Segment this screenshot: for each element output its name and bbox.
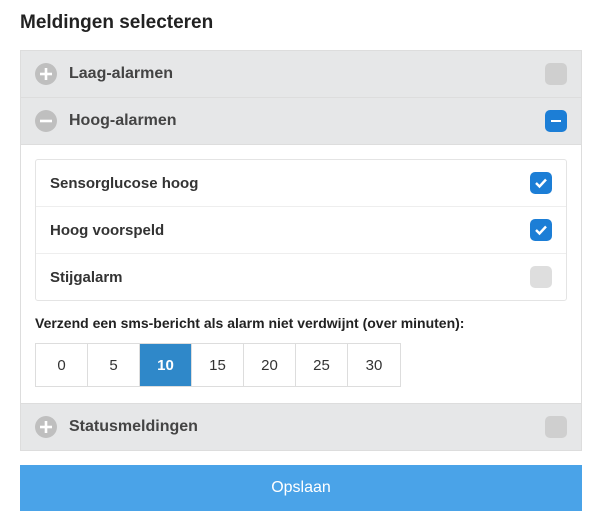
section-title-high: Hoog-alarmen	[69, 112, 545, 130]
option-row[interactable]: Stijgalarm	[36, 254, 566, 300]
checkbox-on[interactable]	[530, 219, 552, 241]
accordion: Laag-alarmen Hoog-alarmen Sensorglucose …	[20, 50, 582, 451]
minute-option[interactable]: 0	[36, 344, 88, 386]
section-header-low[interactable]: Laag-alarmen	[21, 51, 581, 98]
checkbox-off[interactable]	[530, 266, 552, 288]
section-body-high: Sensorglucose hoog Hoog voorspeld Stijga…	[21, 145, 581, 404]
section-header-high[interactable]: Hoog-alarmen	[21, 98, 581, 145]
option-row[interactable]: Hoog voorspeld	[36, 207, 566, 254]
section-checkbox-low[interactable]	[545, 63, 567, 85]
minute-option[interactable]: 15	[192, 344, 244, 386]
options-list: Sensorglucose hoog Hoog voorspeld Stijga…	[35, 159, 567, 301]
collapse-icon[interactable]	[545, 110, 567, 132]
section-checkbox-status[interactable]	[545, 416, 567, 438]
minute-option-selected[interactable]: 10	[140, 344, 192, 386]
option-label: Stijgalarm	[50, 269, 530, 286]
option-row[interactable]: Sensorglucose hoog	[36, 160, 566, 207]
option-label: Hoog voorspeld	[50, 222, 530, 239]
section-header-status[interactable]: Statusmeldingen	[21, 404, 581, 450]
section-title-status: Statusmeldingen	[69, 418, 545, 436]
minute-option[interactable]: 30	[348, 344, 400, 386]
save-button[interactable]: Opslaan	[20, 465, 582, 511]
checkbox-on[interactable]	[530, 172, 552, 194]
sms-label: Verzend een sms-bericht als alarm niet v…	[35, 315, 567, 331]
minute-option[interactable]: 5	[88, 344, 140, 386]
section-title-low: Laag-alarmen	[69, 65, 545, 83]
minute-picker: 0 5 10 15 20 25 30	[35, 343, 401, 387]
minute-option[interactable]: 20	[244, 344, 296, 386]
minus-icon	[35, 110, 57, 132]
page-title: Meldingen selecteren	[20, 12, 582, 34]
option-label: Sensorglucose hoog	[50, 175, 530, 192]
plus-icon	[35, 416, 57, 438]
minute-option[interactable]: 25	[296, 344, 348, 386]
plus-icon	[35, 63, 57, 85]
